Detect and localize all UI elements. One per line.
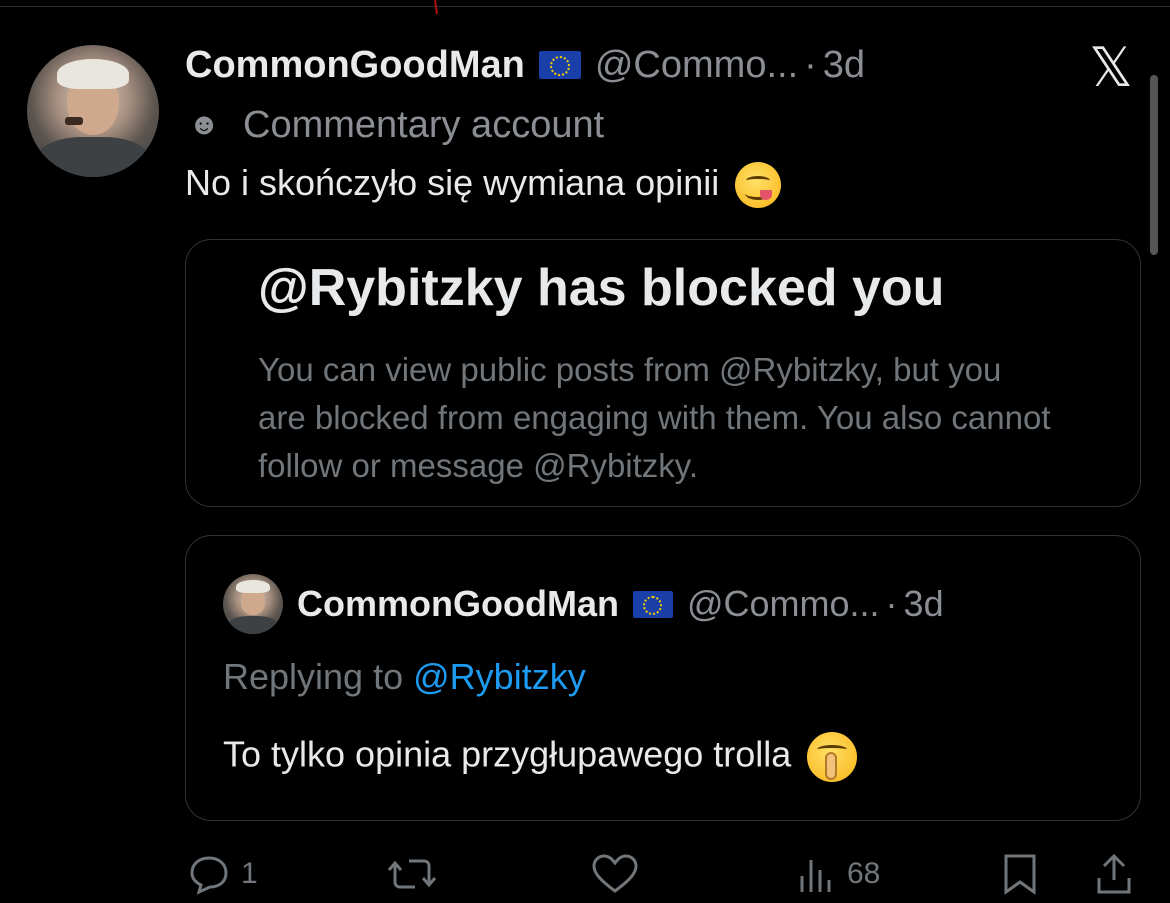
reply-count: 1 — [241, 857, 258, 890]
quoted-avatar — [223, 574, 283, 634]
blocked-title: @Rybitzky has blocked you — [258, 259, 945, 317]
reply-button[interactable]: 1 — [187, 845, 258, 903]
bookmark-icon — [1004, 854, 1036, 895]
views-count: 68 — [847, 857, 881, 890]
repost-button[interactable] — [385, 845, 439, 903]
eu-flag-icon — [632, 590, 673, 618]
blocked-body: You can view public posts from @Rybitzky… — [258, 351, 1051, 484]
quoted-text: To tylko opinia przygłupawego trolla — [223, 732, 858, 782]
shushing-emoji-icon — [807, 732, 858, 782]
quoted-text-content: To tylko opinia przygłupawego trolla — [223, 733, 792, 775]
action-bar: 1 68 — [0, 845, 1170, 903]
eu-flag-icon — [538, 51, 581, 79]
tweet-text-content: No i skończyło się wymiana opinii — [185, 162, 720, 203]
replying-prefix: Replying to — [223, 656, 404, 697]
quoted-tweet-card[interactable]: CommonGoodMan @Commo... · 3d Replying to… — [185, 535, 1141, 821]
replying-mention-link[interactable]: @Rybitzky — [413, 656, 586, 697]
account-label: ☻ Commentary account — [187, 102, 604, 148]
quoted-header: CommonGoodMan @Commo... · 3d — [297, 582, 944, 626]
tweet-text: No i skończyło się wymiana opinii — [185, 162, 782, 209]
blocked-notice-card: @Rybitzky has blocked you You can view p… — [185, 239, 1141, 507]
share-icon — [1097, 853, 1131, 894]
timestamp[interactable]: 3d — [823, 44, 865, 87]
yum-emoji-icon — [735, 162, 782, 209]
views-button[interactable]: 68 — [797, 845, 880, 903]
display-name[interactable]: CommonGoodMan — [185, 44, 525, 87]
red-mark — [434, 0, 438, 15]
quoted-timestamp: 3d — [903, 583, 944, 624]
separator: · — [885, 583, 898, 624]
avatar[interactable] — [27, 45, 159, 177]
tweet-header: CommonGoodMan @Commo... · 3d — [185, 42, 865, 88]
theater-mask-icon: ☻ — [188, 108, 220, 141]
scrollbar[interactable] — [1150, 75, 1158, 255]
repost-icon — [387, 859, 437, 889]
quoted-handle: @Commo... — [686, 583, 880, 624]
replying-to-line: Replying to @Rybitzky — [223, 656, 586, 698]
x-logo-icon[interactable]: 𝕏 — [1083, 40, 1139, 96]
top-divider — [0, 6, 1170, 7]
views-icon — [800, 860, 831, 892]
account-label-text: Commentary account — [243, 103, 605, 146]
bookmark-button[interactable] — [1000, 845, 1040, 903]
reply-icon — [190, 856, 228, 895]
separator: · — [804, 43, 817, 86]
share-button[interactable] — [1094, 845, 1134, 903]
handle[interactable]: @Commo... — [595, 44, 798, 87]
quoted-display-name: CommonGoodMan — [297, 583, 619, 624]
like-button[interactable] — [590, 845, 640, 903]
heart-icon — [592, 854, 638, 893]
